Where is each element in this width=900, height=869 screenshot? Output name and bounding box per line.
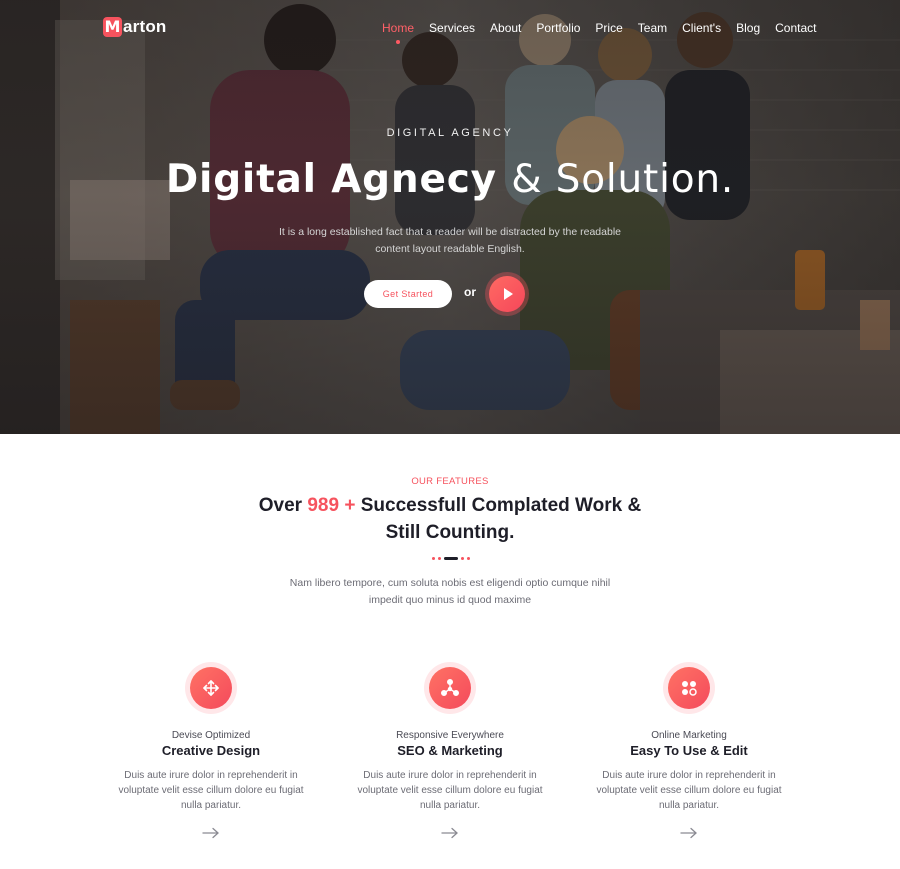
features-title-count: 989 + (307, 495, 356, 516)
hero-title-bold: Digital Agnecy (165, 157, 497, 202)
feature-text: Duis aute irure dolor in reprehenderit i… (357, 770, 543, 811)
network-nodes-icon (429, 667, 471, 709)
nav-item-contact[interactable]: Contact (775, 21, 816, 35)
brand-logo[interactable]: M arton (103, 17, 167, 37)
hero-overlay (0, 0, 900, 434)
features-title-before: Over (258, 495, 303, 516)
logo-text: arton (123, 17, 167, 36)
nav-item-clients[interactable]: Client's (682, 21, 721, 35)
nav-item-blog[interactable]: Blog (736, 21, 760, 35)
nav-item-home[interactable]: Home (382, 21, 414, 44)
logo-mark: M (103, 17, 122, 37)
nav-item-portfolio[interactable]: Portfolio (536, 21, 580, 35)
hero-title-light: & Solution. (511, 157, 735, 202)
or-label: or (464, 285, 476, 299)
features-kicker: OUR FEATURES (411, 476, 489, 487)
feature-text: Duis aute irure dolor in reprehenderit i… (596, 770, 782, 811)
main-nav: Home Services About Portfolio Price Team… (382, 21, 831, 44)
nav-item-price[interactable]: Price (595, 21, 622, 35)
arrow-right-icon[interactable] (201, 827, 221, 839)
feature-kicker: Responsive Everywhere (396, 730, 504, 741)
feature-title: Easy To Use & Edit (630, 743, 748, 758)
nav-item-team[interactable]: Team (638, 21, 667, 35)
hero-subtitle: It is a long established fact that a rea… (278, 226, 622, 255)
hero-title: Digital Agnecy & Solution. (0, 157, 900, 202)
features-description: Nam libero tempore, cum soluta nobis est… (289, 577, 611, 606)
nav-item-about[interactable]: About (490, 21, 521, 35)
apps-grid-icon (668, 667, 710, 709)
feature-text: Duis aute irure dolor in reprehenderit i… (118, 770, 304, 811)
move-arrows-icon (190, 667, 232, 709)
feature-kicker: Online Marketing (651, 730, 727, 741)
nav-item-services[interactable]: Services (429, 21, 475, 35)
get-started-button[interactable]: Get Started (364, 280, 452, 308)
features-title: Over 989 + Successfull Complated Work & … (250, 492, 650, 546)
arrow-right-icon[interactable] (679, 827, 699, 839)
features-title-after: Successfull Complated Work & Still Count… (360, 495, 642, 543)
hero-section: M arton Home Services About Portfolio Pr… (0, 0, 900, 434)
hero-kicker: DIGITAL AGENCY (386, 127, 514, 139)
section-divider (432, 557, 470, 560)
play-icon[interactable] (489, 276, 525, 312)
feature-title: Creative Design (161, 743, 261, 758)
feature-title: SEO & Marketing (397, 743, 503, 758)
feature-kicker: Devise Optimized (171, 730, 251, 741)
arrow-right-icon[interactable] (440, 827, 460, 839)
